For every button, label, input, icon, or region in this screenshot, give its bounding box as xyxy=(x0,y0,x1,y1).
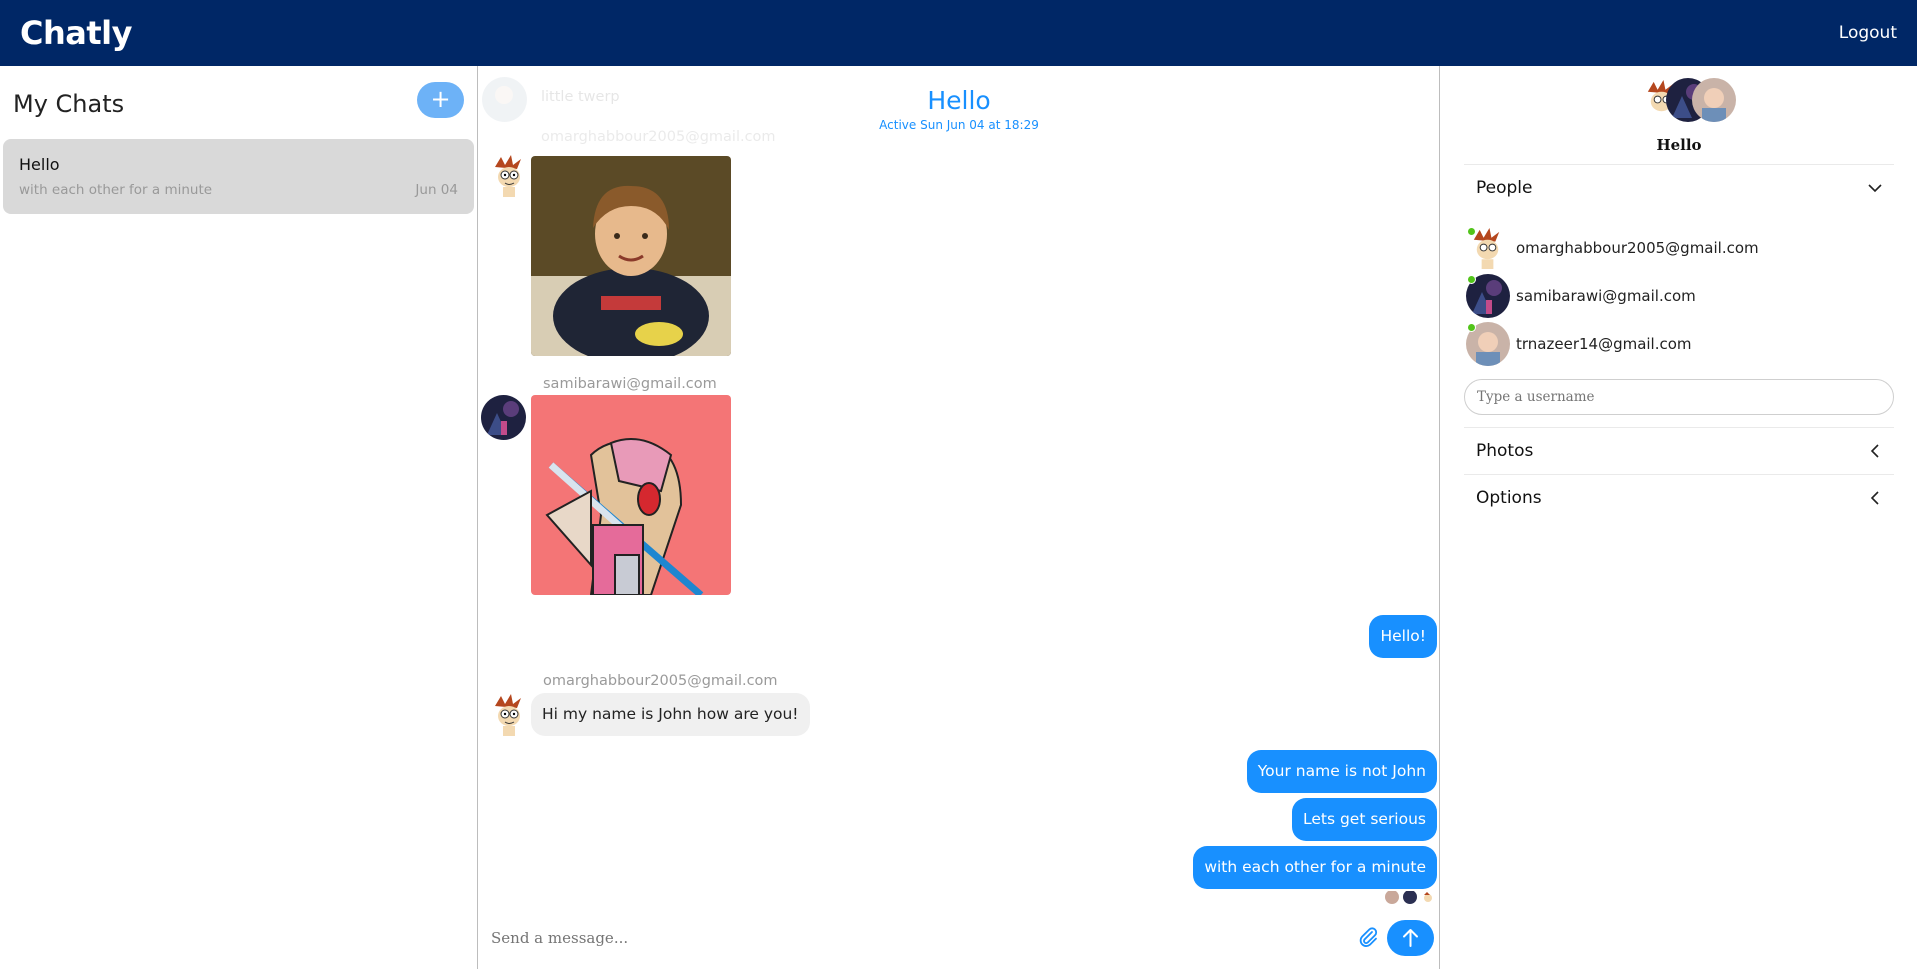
person-email: omarghabbour2005@gmail.com xyxy=(1516,239,1759,257)
cartoon-avatar xyxy=(487,153,532,198)
photos-section-label: Photos xyxy=(1476,441,1534,461)
outgoing-message: Lets get serious xyxy=(1291,798,1437,841)
conversation-panel: little twerp omarghabbour2005@gmail.com … xyxy=(479,66,1439,969)
read-receipt-avatar xyxy=(1421,890,1435,904)
chat-avatar-group xyxy=(1640,78,1740,124)
people-section-header[interactable]: People xyxy=(1464,164,1894,210)
person-row[interactable]: trnazeer14@gmail.com xyxy=(1466,322,1886,368)
person-email: trnazeer14@gmail.com xyxy=(1516,335,1692,353)
chat-details-title: Hello xyxy=(1656,136,1702,154)
chat-list-item[interactable]: Hello with each other for a minute Jun 0… xyxy=(3,139,474,214)
avatar xyxy=(1692,78,1736,122)
user-avatar xyxy=(481,395,526,440)
message-sender: samibarawi@gmail.com xyxy=(543,376,717,392)
photo-message-robot[interactable] xyxy=(531,395,731,595)
chat-list-title: My Chats xyxy=(13,90,125,118)
chat-status: Active Sun Jun 04 at 18:29 xyxy=(879,118,1039,132)
arrow-up-icon xyxy=(1403,929,1418,947)
new-chat-button[interactable]: + xyxy=(417,82,464,118)
chat-list-item-preview: with each other for a minute xyxy=(19,182,213,198)
logout-button[interactable]: Logout xyxy=(1839,23,1897,43)
outgoing-message: with each other for a minute xyxy=(1193,846,1437,889)
photos-section-header[interactable]: Photos xyxy=(1464,427,1894,473)
app-logo: Chatly xyxy=(20,14,132,52)
paperclip-icon[interactable] xyxy=(1356,925,1380,949)
chevron-left-icon xyxy=(1870,491,1879,505)
chat-list-panel: My Chats + Hello with each other for a m… xyxy=(0,66,478,969)
person-email: samibarawi@gmail.com xyxy=(1516,287,1696,305)
read-receipt-avatar xyxy=(1403,890,1417,904)
online-indicator xyxy=(1467,227,1476,236)
chat-list-item-date: Jun 04 xyxy=(415,182,458,198)
cartoon-avatar xyxy=(487,692,532,737)
online-indicator xyxy=(1467,323,1476,332)
person-row[interactable]: omarghabbour2005@gmail.com xyxy=(1466,226,1886,272)
chat-title: Hello xyxy=(927,86,991,115)
top-bar: Chatly Logout xyxy=(0,0,1917,66)
chat-list-item-title: Hello xyxy=(19,155,60,174)
message-input[interactable] xyxy=(491,921,1311,955)
chevron-left-icon xyxy=(1870,444,1879,458)
incoming-message: Hi my name is John how are you! xyxy=(531,693,810,736)
photo-message-child[interactable] xyxy=(531,156,731,356)
message-sender: omarghabbour2005@gmail.com xyxy=(543,673,778,689)
online-indicator xyxy=(1467,275,1476,284)
add-username-input[interactable] xyxy=(1464,379,1894,415)
read-receipt-avatar xyxy=(1385,890,1399,904)
read-receipts xyxy=(1385,890,1435,904)
options-section-header[interactable]: Options xyxy=(1464,474,1894,520)
chevron-down-icon xyxy=(1868,184,1882,193)
options-section-label: Options xyxy=(1476,488,1542,508)
send-button[interactable] xyxy=(1387,920,1434,956)
chat-details-panel: Hello People omarghabbour2005@gmail.com … xyxy=(1439,66,1917,969)
people-section-label: People xyxy=(1476,178,1533,198)
person-row[interactable]: samibarawi@gmail.com xyxy=(1466,274,1886,320)
outgoing-message: Hello! xyxy=(1369,615,1437,658)
message-composer xyxy=(479,913,1439,963)
outgoing-message: Your name is not John xyxy=(1246,750,1437,793)
